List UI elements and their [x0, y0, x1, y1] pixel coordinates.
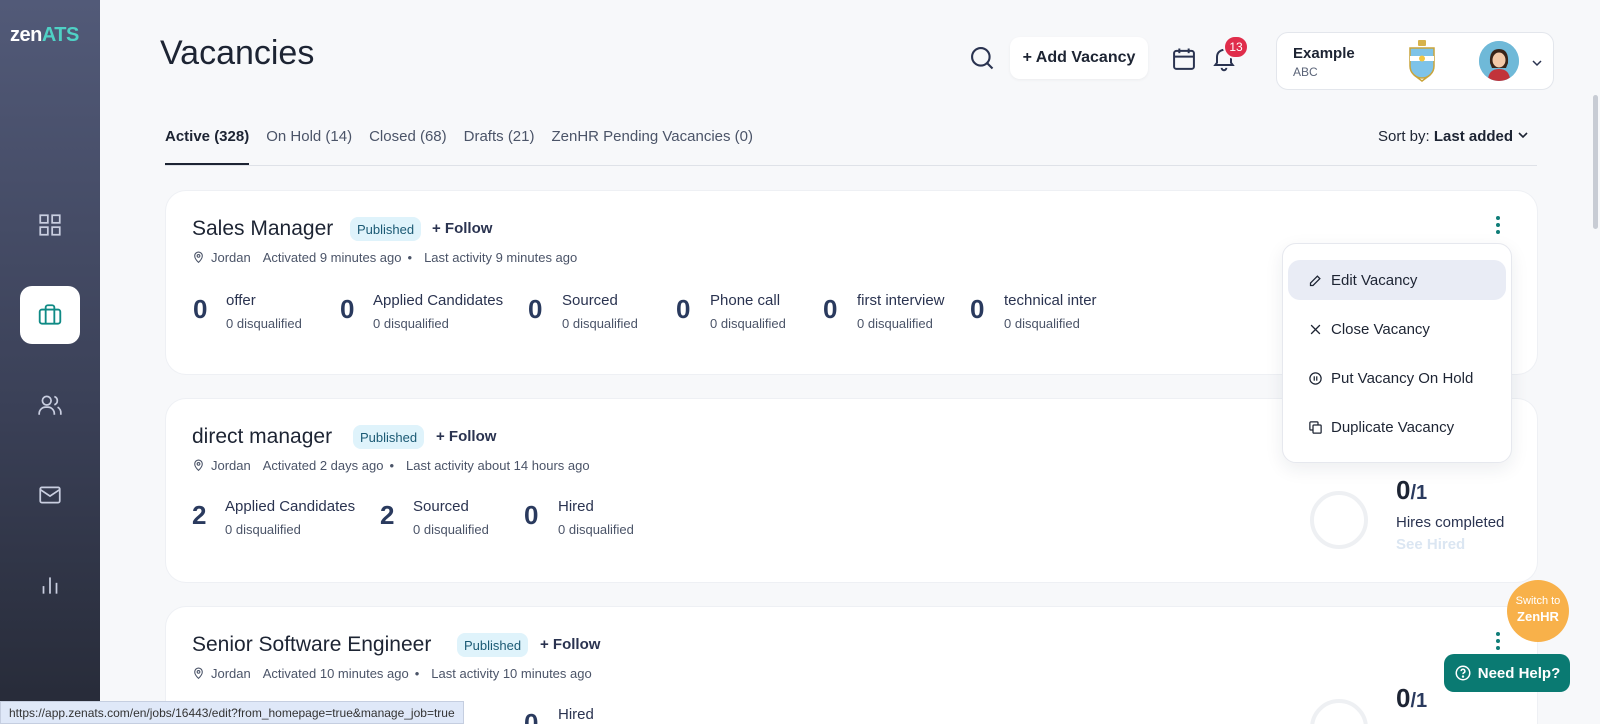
- need-help-button[interactable]: Need Help?: [1444, 654, 1570, 692]
- account-org: ABC: [1293, 65, 1318, 79]
- page-scrollbar[interactable]: [1593, 95, 1598, 229]
- status-badge: Published: [350, 217, 422, 241]
- put-on-hold-menu-item[interactable]: Put Vacancy On Hold: [1288, 358, 1506, 398]
- vacancy-location: Jordan: [211, 666, 251, 681]
- chevron-down-icon: [1532, 60, 1542, 67]
- hires-progress-ring: [1310, 699, 1368, 724]
- sort-label: Sort by:: [1378, 128, 1430, 145]
- sort-dropdown[interactable]: Sort by: Last added: [1378, 128, 1529, 145]
- users-icon: [38, 395, 62, 415]
- hires-count: 0/1: [1396, 475, 1428, 505]
- sidebar-item-candidates[interactable]: [20, 376, 80, 434]
- vacancy-actions-menu: Edit Vacancy Close Vacancy Put Vacancy O…: [1282, 243, 1512, 463]
- vacancy-location: Jordan: [211, 458, 251, 473]
- vacancy-title[interactable]: Sales Manager: [192, 217, 333, 241]
- tab-drafts[interactable]: Drafts (21): [464, 128, 535, 166]
- vacancy-location: Jordan: [211, 250, 251, 265]
- hires-progress-ring: [1310, 491, 1368, 549]
- search-icon: [971, 47, 994, 70]
- vacancy-last-activity: Last activity about 14 hours ago: [406, 458, 590, 473]
- tab-closed[interactable]: Closed (68): [369, 128, 447, 166]
- search-button[interactable]: [968, 44, 996, 72]
- status-bar-url: https://app.zenats.com/en/jobs/16443/edi…: [0, 701, 464, 724]
- switch-to-zenhr-button[interactable]: Switch to ZenHR: [1507, 580, 1569, 642]
- pipeline-stage-technical-interview[interactable]: 0 technical inter 0 disqualified: [970, 292, 1110, 332]
- hires-completed-label: Hires completed: [1396, 514, 1505, 531]
- vacancy-title[interactable]: direct manager: [192, 425, 332, 449]
- location-pin-icon: [194, 251, 203, 264]
- vacancy-title[interactable]: Senior Software Engineer: [192, 633, 431, 657]
- sort-value: Last added: [1433, 128, 1514, 145]
- notification-count-badge: 13: [1223, 35, 1249, 59]
- tab-on-hold[interactable]: On Hold (14): [266, 128, 352, 166]
- vacancy-status-tabs: Active (328) On Hold (14) Closed (68) Dr…: [165, 128, 770, 166]
- tab-zenhr-pending[interactable]: ZenHR Pending Vacancies (0): [552, 128, 754, 166]
- briefcase-icon: [38, 304, 62, 325]
- calendar-icon: [1173, 48, 1195, 70]
- follow-button[interactable]: + Follow: [436, 428, 496, 445]
- mail-icon: [39, 486, 61, 504]
- vacancy-activated: Activated 9 minutes ago: [262, 250, 402, 265]
- vacancy-last-activity: Last activity 9 minutes ago: [424, 250, 578, 265]
- sidebar-item-reports[interactable]: [20, 556, 80, 614]
- page-title: Vacancies: [160, 34, 315, 72]
- sidebar: zenATS: [0, 0, 100, 724]
- bar-chart-icon: [42, 577, 58, 594]
- account-switcher[interactable]: Example ABC: [1276, 32, 1554, 90]
- account-name: Example: [1293, 45, 1355, 62]
- vacancy-meta: Jordan Activated 9 minutes ago • Last ac…: [192, 250, 577, 265]
- close-vacancy-menu-item[interactable]: Close Vacancy: [1288, 309, 1506, 349]
- add-vacancy-button[interactable]: + Add Vacancy: [1010, 37, 1148, 79]
- tabs-divider: [165, 165, 1537, 166]
- chevron-down-icon: [1518, 132, 1528, 139]
- vacancy-last-activity: Last activity 10 minutes ago: [431, 666, 592, 681]
- follow-button[interactable]: + Follow: [540, 636, 600, 653]
- vacancy-activated: Activated 2 days ago: [262, 458, 384, 473]
- copy-icon: [1309, 420, 1322, 434]
- more-options-button[interactable]: [1490, 211, 1506, 239]
- sidebar-item-vacancies[interactable]: [20, 286, 80, 344]
- company-crest-logo: [1409, 40, 1435, 82]
- location-pin-icon: [194, 667, 203, 680]
- sidebar-item-messages[interactable]: [20, 466, 80, 524]
- pencil-icon: [1309, 274, 1321, 286]
- vacancy-meta: Jordan Activated 10 minutes ago • Last a…: [192, 666, 592, 681]
- status-badge: Published: [353, 425, 425, 449]
- more-options-button[interactable]: [1490, 627, 1506, 655]
- vacancy-activated: Activated 10 minutes ago: [262, 666, 409, 681]
- pause-icon: [1309, 371, 1322, 385]
- sidebar-item-dashboard[interactable]: [20, 196, 80, 254]
- vacancy-meta: Jordan Activated 2 days ago • Last activ…: [192, 458, 590, 473]
- app-logo[interactable]: zenATS: [10, 24, 79, 47]
- duplicate-vacancy-menu-item[interactable]: Duplicate Vacancy: [1288, 407, 1506, 447]
- status-badge: Published: [457, 633, 529, 657]
- tab-active[interactable]: Active (328): [165, 128, 250, 166]
- follow-button[interactable]: + Follow: [432, 220, 492, 237]
- edit-vacancy-menu-item[interactable]: Edit Vacancy: [1288, 260, 1506, 300]
- question-circle-icon: [1455, 665, 1471, 681]
- location-pin-icon: [194, 459, 203, 472]
- see-hired-link[interactable]: See Hired: [1396, 536, 1465, 553]
- grid-icon: [39, 214, 61, 236]
- calendar-button[interactable]: [1170, 45, 1198, 73]
- hires-count: 0/1: [1396, 683, 1428, 713]
- user-avatar: [1479, 41, 1519, 81]
- close-icon: [1310, 324, 1321, 334]
